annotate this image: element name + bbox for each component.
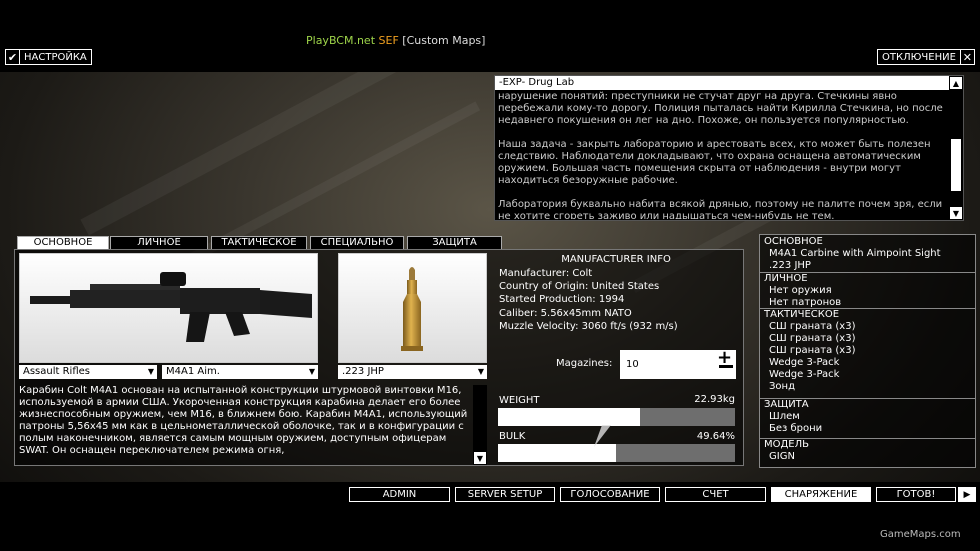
list-item: Wedge 3-Pack [769,357,840,368]
briefing-paragraph: нарушение понятий: преступники не стучат… [498,91,943,126]
briefing-scrollbar[interactable]: ▲ ▼ [949,76,963,220]
manufacturer-row: Caliber: 5.56x45mm NATO [499,308,632,319]
chevron-down-icon: ▼ [308,367,315,376]
mission-briefing-text: нарушение понятий: преступники не стучат… [498,91,946,219]
list-item: M4A1 Carbine with Aimpoint Sight [769,248,941,259]
tab-protection[interactable]: ЗАЩИТА [407,236,502,250]
list-item: .223 JHP [769,260,811,271]
disconnect-label: ОТКЛЮЧЕНИЕ [882,51,956,63]
settings-button[interactable]: ✔ НАСТРОЙКА [5,49,92,65]
bulk-label: BULK [499,431,526,442]
section-title: ОСНОВНОЕ [764,236,823,247]
magazines-label: Magazines: [556,358,613,369]
plus-icon[interactable]: + [717,349,732,367]
section-title: ТАКТИЧЕСКОЕ [764,309,840,320]
loadout-primary-section: ОСНОВНОЕ M4A1 Carbine with Aimpoint Sigh… [759,236,976,272]
ready-button[interactable]: ГОТОВ! [876,487,956,502]
weight-bar-fill [498,408,641,426]
loadout-tactical-section: ТАКТИЧЕСКОЕ СШ граната (x3) СШ граната (… [759,308,976,393]
check-icon: ✔ [6,50,20,64]
arrow-down-icon[interactable]: ▼ [474,452,486,464]
weapon-image [19,253,318,363]
mission-title: -EXP- Drug Lab [495,76,950,90]
manufacturer-row: Country of Origin: United States [499,281,660,292]
top-black-bar [0,0,980,72]
list-item: СШ граната (x3) [769,333,856,344]
weapon-description: Карабин Colt M4A1 основан на испытанной … [19,385,468,456]
ammo-image [338,253,487,363]
tab-personal[interactable]: ЛИЧНОЕ [110,236,208,250]
weapon-category-select[interactable]: Assault Rifles ▼ [19,365,157,379]
briefing-paragraph: Наша задача - закрыть лабораторию и арес… [498,139,931,186]
chevron-down-icon: ▼ [147,367,154,376]
server-name-part2: SEF [378,34,399,47]
weight-bar [498,408,735,426]
list-item: СШ граната (x3) [769,321,856,332]
list-item: Нет оружия [769,285,832,296]
minus-icon[interactable] [719,365,733,368]
ammo-value: .223 JHP [342,366,384,377]
chevron-down-icon: ▼ [477,367,484,376]
weight-value: 22.93kg [694,394,735,405]
bulk-bar [498,444,735,462]
list-item: GIGN [769,451,795,462]
manufacturer-row: Manufacturer: Colt [499,268,593,279]
vote-button[interactable]: ГОЛОСОВАНИЕ [560,487,660,502]
loadout-protection-section: ЗАЩИТА Шлем Без брони [759,398,976,435]
play-icon[interactable]: ▶ [958,487,976,502]
tab-special[interactable]: СПЕЦИАЛЬНО [310,236,404,250]
description-scrollbar[interactable]: ▼ [473,385,487,465]
manufacturer-heading: MANUFACTURER INFO [561,254,671,265]
weight-label: WEIGHT [499,395,540,406]
scroll-thumb[interactable] [951,139,961,191]
mission-info-panel: -EXP- Drug Lab нарушение понятий: престу… [494,75,964,221]
list-item: СШ граната (x3) [769,345,856,356]
briefing-paragraph: Лаборатория буквально набита всякой дрян… [498,199,943,219]
admin-button[interactable]: ADMIN [349,487,450,502]
arrow-down-icon[interactable]: ▼ [950,207,962,219]
loadout-personal-section: ЛИЧНОЕ Нет оружия Нет патронов [759,272,976,309]
server-name-part1: PlayBCM.net [306,34,376,47]
server-title: PlayBCM.net SEF [Custom Maps] [306,34,485,47]
weapon-category-value: Assault Rifles [23,366,90,377]
weapon-model-value: M4A1 Aim. [166,366,220,377]
server-name-part3: [Custom Maps] [402,34,486,47]
bulk-value: 49.64% [696,431,735,442]
tab-primary[interactable]: ОСНОВНОЕ [17,236,109,250]
arrow-up-icon[interactable]: ▲ [950,77,962,89]
ammo-select[interactable]: .223 JHP ▼ [338,365,487,379]
manufacturer-row: Started Production: 1994 [499,294,625,305]
equipment-button[interactable]: СНАРЯЖЕНИЕ [771,487,871,502]
list-item: Без брони [769,423,823,434]
magazines-value: 10 [626,359,639,370]
watermark: GameMaps.com [880,529,961,540]
list-item: Wedge 3-Pack [769,369,840,380]
section-title: ЛИЧНОЕ [764,273,808,284]
tab-tactical[interactable]: ТАКТИЧЕСКОЕ [211,236,307,250]
server-setup-button[interactable]: SERVER SETUP [455,487,555,502]
score-button[interactable]: СЧЕТ [665,487,766,502]
loadout-model-section: МОДЕЛЬ GIGN [759,438,976,463]
manufacturer-row: Muzzle Velocity: 3060 ft/s (932 m/s) [499,321,678,332]
disconnect-button[interactable]: ОТКЛЮЧЕНИЕ ✕ [877,49,975,65]
list-item: Зонд [769,381,795,392]
weapon-model-select[interactable]: M4A1 Aim. ▼ [162,365,318,379]
list-item: Шлем [769,411,800,422]
section-title: ЗАЩИТА [764,399,809,410]
settings-label: НАСТРОЙКА [24,51,87,63]
close-icon: ✕ [959,50,974,64]
section-title: МОДЕЛЬ [764,439,810,450]
